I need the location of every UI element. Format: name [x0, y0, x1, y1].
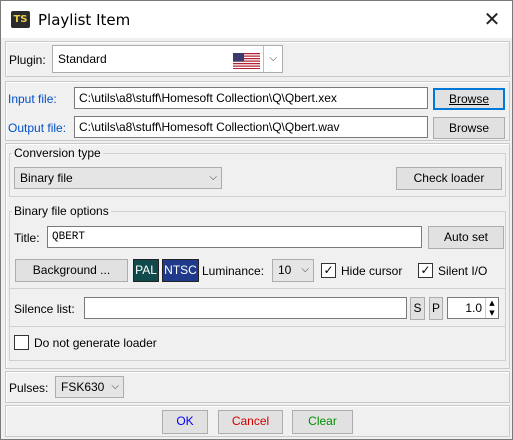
clear-button[interactable]: Clear	[292, 410, 353, 434]
conversion-type-value: Binary file	[20, 171, 73, 185]
chevron-down-icon: ⌵	[111, 381, 119, 392]
hide-cursor-label: Hide cursor	[341, 264, 403, 278]
conversion-type-select[interactable]: Binary file ⌵	[14, 167, 222, 189]
no-loader-checkbox[interactable]	[14, 335, 29, 350]
check-loader-label: Check loader	[413, 171, 485, 185]
divider	[10, 288, 505, 289]
ok-button[interactable]: OK	[162, 410, 208, 434]
input-browse-label: Browse	[448, 92, 489, 106]
spin-buttons[interactable]: ▲ ▼	[485, 298, 498, 318]
plugin-label: Plugin:	[9, 53, 46, 67]
background-label: Background ...	[32, 263, 111, 277]
no-loader-label: Do not generate loader	[34, 336, 157, 350]
silent-io-label: Silent I/O	[438, 264, 488, 278]
background-button[interactable]: Background ...	[15, 259, 128, 282]
output-file-field[interactable]: C:\utils\a8\stuff\Homesoft Collection\Q\…	[74, 116, 428, 138]
luminance-label: Luminance:	[202, 264, 265, 278]
chevron-down-icon: ⌵	[269, 53, 277, 64]
silence-list-label: Silence list:	[14, 302, 75, 316]
s-label: S	[413, 301, 422, 315]
luminance-select[interactable]: 10 ⌵	[272, 259, 314, 282]
playlist-item-dialog: TS Playlist Item ✕ Plugin: Standard ⌵ In…	[0, 0, 513, 440]
s-button[interactable]: S	[410, 297, 425, 320]
output-file-label: Output file:	[8, 121, 67, 135]
spin-down-icon[interactable]: ▼	[486, 308, 498, 318]
pal-badge[interactable]: PAL	[133, 259, 159, 282]
title-field[interactable]: QBERT	[47, 226, 422, 248]
output-browse-label: Browse	[448, 121, 489, 135]
ntsc-badge[interactable]: NTSC	[162, 259, 199, 282]
input-file-label: Input file:	[8, 92, 57, 106]
p-button[interactable]: P	[429, 297, 443, 320]
us-flag-icon	[233, 52, 260, 69]
spin-up-icon[interactable]: ▲	[486, 298, 498, 308]
check-loader-button[interactable]: Check loader	[396, 167, 502, 190]
chevron-down-icon: ⌵	[301, 264, 309, 275]
chevron-down-icon: ⌵	[209, 172, 217, 183]
window-title: Playlist Item	[38, 11, 131, 29]
input-file-field[interactable]: C:\utils\a8\stuff\Homesoft Collection\Q\…	[74, 87, 428, 109]
auto-set-button[interactable]: Auto set	[428, 226, 504, 249]
plugin-value: Standard	[58, 52, 107, 66]
pulses-label: Pulses:	[9, 381, 49, 395]
cancel-button[interactable]: Cancel	[218, 410, 283, 434]
binary-options-legend: Binary file options	[12, 204, 111, 218]
silence-list-field[interactable]	[84, 297, 407, 319]
close-icon[interactable]: ✕	[477, 5, 507, 33]
output-browse-button[interactable]: Browse	[433, 117, 505, 139]
hide-cursor-checkbox[interactable]: ✓	[321, 263, 336, 278]
title-bar: TS Playlist Item ✕	[1, 1, 512, 38]
pulses-value: FSK630	[61, 380, 105, 394]
p-label: P	[431, 301, 440, 315]
app-icon: TS	[11, 11, 30, 28]
input-browse-button[interactable]: Browse	[433, 88, 505, 110]
plugin-select[interactable]: Standard ⌵	[52, 45, 283, 73]
silent-io-checkbox[interactable]: ✓	[418, 263, 433, 278]
luminance-value: 10	[278, 263, 292, 277]
conversion-legend: Conversion type	[12, 146, 103, 160]
title-label: Title:	[14, 231, 40, 245]
divider	[10, 326, 505, 327]
auto-set-label: Auto set	[443, 230, 489, 244]
pulses-select[interactable]: FSK630 ⌵	[55, 376, 124, 398]
combo-divider	[263, 46, 264, 72]
